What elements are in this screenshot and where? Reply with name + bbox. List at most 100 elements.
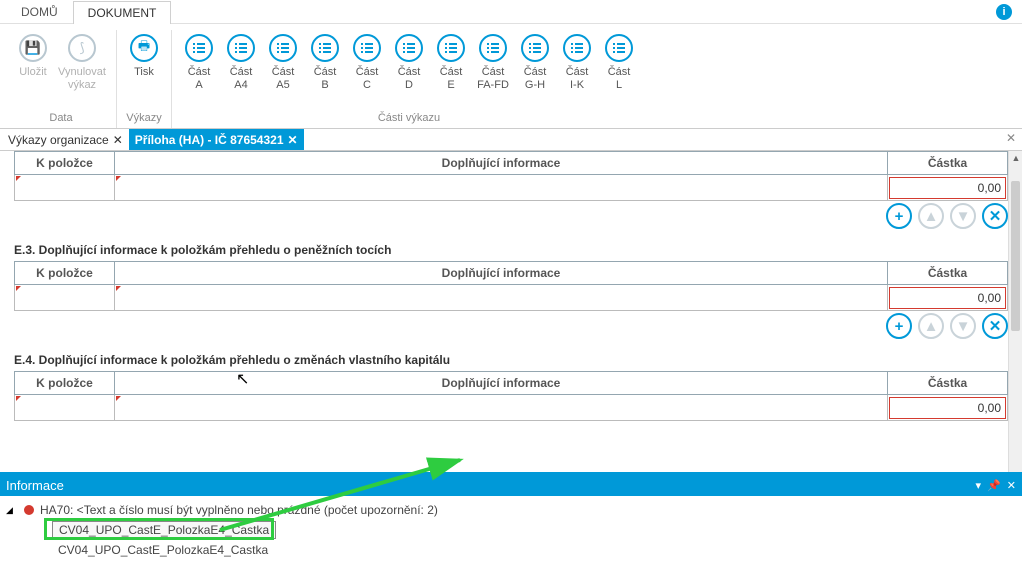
amount-input[interactable]: 0,00 bbox=[889, 397, 1006, 419]
print-label: Tisk bbox=[134, 66, 154, 79]
col-k-header: K položce bbox=[15, 152, 115, 175]
save-label: Uložit bbox=[19, 66, 47, 79]
print-icon: 🖶 bbox=[130, 34, 158, 62]
col-amount-header: Částka bbox=[888, 262, 1008, 285]
part-label: ČástB bbox=[314, 66, 337, 91]
cell-amount[interactable]: 0,00 bbox=[888, 395, 1008, 421]
part-button-i-k[interactable]: ČástI-K bbox=[556, 30, 598, 91]
close-icon[interactable]: ✕ bbox=[1007, 479, 1016, 492]
part-button-e[interactable]: ČástE bbox=[430, 30, 472, 91]
list-icon bbox=[521, 34, 549, 62]
list-icon bbox=[353, 34, 381, 62]
list-icon bbox=[437, 34, 465, 62]
cell-amount[interactable]: 0,00 bbox=[888, 285, 1008, 311]
section-e4-title: E.4. Doplňující informace k položkám pře… bbox=[14, 353, 1008, 367]
cell-info[interactable] bbox=[115, 285, 888, 311]
reset-button[interactable]: ⟆ Vynulovat výkaz bbox=[54, 30, 110, 91]
group-vykazy-label: Výkazy bbox=[126, 110, 161, 128]
doc-tab-org[interactable]: Výkazy organizace ✕ bbox=[2, 129, 129, 150]
table-e2: K položce Doplňující informace Částka 0,… bbox=[14, 151, 1008, 201]
part-button-l[interactable]: ČástL bbox=[598, 30, 640, 91]
part-label: ČástL bbox=[608, 66, 631, 91]
app-tab-row: DOMŮ DOKUMENT i bbox=[0, 0, 1022, 24]
cell-amount[interactable]: 0,00 bbox=[888, 175, 1008, 201]
part-button-c[interactable]: ČástC bbox=[346, 30, 388, 91]
table-e3: K položce Doplňující informace Částka 0,… bbox=[14, 261, 1008, 311]
part-label: ČástG-H bbox=[524, 66, 547, 91]
close-icon[interactable]: ✕ bbox=[113, 133, 123, 147]
close-icon[interactable]: ✕ bbox=[288, 133, 298, 147]
cell-info[interactable] bbox=[115, 395, 888, 421]
warning-item[interactable]: CV04_UPO_CastE_PolozkaE4_Castka bbox=[6, 540, 1016, 560]
tab-document[interactable]: DOKUMENT bbox=[73, 1, 172, 24]
delete-row-button[interactable]: ✕ bbox=[982, 313, 1008, 339]
warning-row[interactable]: ◢ HA70: <Text a číslo musí být vyplněno … bbox=[6, 500, 1016, 520]
cell-k[interactable] bbox=[15, 395, 115, 421]
col-k-header: K položce bbox=[15, 262, 115, 285]
cell-info[interactable] bbox=[115, 175, 888, 201]
col-amount-header: Částka bbox=[888, 372, 1008, 395]
info-panel-header: Informace ▾ 📌 ✕ bbox=[0, 474, 1022, 496]
save-button[interactable]: 💾 Uložit bbox=[12, 30, 54, 79]
part-label: ČástA4 bbox=[230, 66, 253, 91]
group-parts-label: Části výkazu bbox=[378, 110, 440, 128]
list-icon bbox=[563, 34, 591, 62]
part-button-g-h[interactable]: ČástG-H bbox=[514, 30, 556, 91]
save-icon: 💾 bbox=[19, 34, 47, 62]
info-panel-title: Informace bbox=[6, 478, 64, 493]
pin-icon[interactable]: 📌 bbox=[987, 479, 1001, 492]
row-actions: + ▲ ▼ ✕ bbox=[14, 311, 1008, 339]
col-info-header: Doplňující informace bbox=[115, 262, 888, 285]
col-info-header: Doplňující informace bbox=[115, 152, 888, 175]
info-panel-body: ◢ HA70: <Text a číslo musí být vyplněno … bbox=[0, 496, 1022, 577]
part-button-fa-fd[interactable]: ČástFA-FD bbox=[472, 30, 514, 91]
doc-tab-priloha[interactable]: Příloha (HA) - IČ 87654321 ✕ bbox=[129, 129, 304, 150]
content-area: K položce Doplňující informace Částka 0,… bbox=[0, 151, 1022, 491]
move-down-button: ▼ bbox=[950, 203, 976, 229]
panel-dropdown-icon[interactable]: ▾ bbox=[976, 479, 982, 492]
part-button-a5[interactable]: ČástA5 bbox=[262, 30, 304, 91]
part-label: ČástFA-FD bbox=[477, 66, 509, 91]
ribbon: 💾 Uložit ⟆ Vynulovat výkaz Data 🖶 Tisk V… bbox=[0, 24, 1022, 129]
warning-item[interactable]: CV04_UPO_CastE_PolozkaE4_Castka bbox=[6, 520, 1016, 540]
scroll-up-icon[interactable]: ▲ bbox=[1009, 151, 1022, 165]
cell-k[interactable] bbox=[15, 175, 115, 201]
list-icon bbox=[269, 34, 297, 62]
add-row-button[interactable]: + bbox=[886, 203, 912, 229]
list-icon bbox=[185, 34, 213, 62]
part-button-b[interactable]: ČástB bbox=[304, 30, 346, 91]
col-k-header: K položce bbox=[15, 372, 115, 395]
part-label: ČástA bbox=[188, 66, 211, 91]
add-row-button[interactable]: + bbox=[886, 313, 912, 339]
amount-input[interactable]: 0,00 bbox=[889, 177, 1006, 199]
info-icon[interactable]: i bbox=[996, 4, 1012, 20]
amount-input[interactable]: 0,00 bbox=[889, 287, 1006, 309]
move-down-button: ▼ bbox=[950, 313, 976, 339]
part-button-d[interactable]: ČástD bbox=[388, 30, 430, 91]
warning-item-label: CV04_UPO_CastE_PolozkaE4_Castka bbox=[52, 521, 276, 539]
row-actions: + ▲ ▼ ✕ bbox=[14, 201, 1008, 229]
cell-k[interactable] bbox=[15, 285, 115, 311]
col-info-header: Doplňující informace bbox=[115, 372, 888, 395]
scroll-thumb[interactable] bbox=[1011, 181, 1020, 331]
print-button[interactable]: 🖶 Tisk bbox=[123, 30, 165, 79]
info-panel: Informace ▾ 📌 ✕ ◢ HA70: <Text a číslo mu… bbox=[0, 472, 1022, 577]
warning-item-label: CV04_UPO_CastE_PolozkaE4_Castka bbox=[52, 542, 274, 558]
tab-home[interactable]: DOMŮ bbox=[6, 0, 73, 23]
scrollbar-vertical[interactable]: ▲ ▼ bbox=[1008, 151, 1022, 491]
group-data-label: Data bbox=[49, 110, 72, 128]
part-button-a[interactable]: ČástA bbox=[178, 30, 220, 91]
close-all-icon[interactable]: ✕ bbox=[1004, 131, 1018, 145]
list-icon bbox=[227, 34, 255, 62]
caret-down-icon[interactable]: ◢ bbox=[6, 505, 18, 516]
move-up-button: ▲ bbox=[918, 203, 944, 229]
document-tabs: Výkazy organizace ✕ Příloha (HA) - IČ 87… bbox=[0, 129, 1022, 151]
col-amount-header: Částka bbox=[888, 152, 1008, 175]
doc-tab-org-label: Výkazy organizace bbox=[8, 133, 109, 147]
list-icon bbox=[479, 34, 507, 62]
move-up-button: ▲ bbox=[918, 313, 944, 339]
delete-row-button[interactable]: ✕ bbox=[982, 203, 1008, 229]
list-icon bbox=[605, 34, 633, 62]
part-button-a4[interactable]: ČástA4 bbox=[220, 30, 262, 91]
part-label: ČástE bbox=[440, 66, 463, 91]
